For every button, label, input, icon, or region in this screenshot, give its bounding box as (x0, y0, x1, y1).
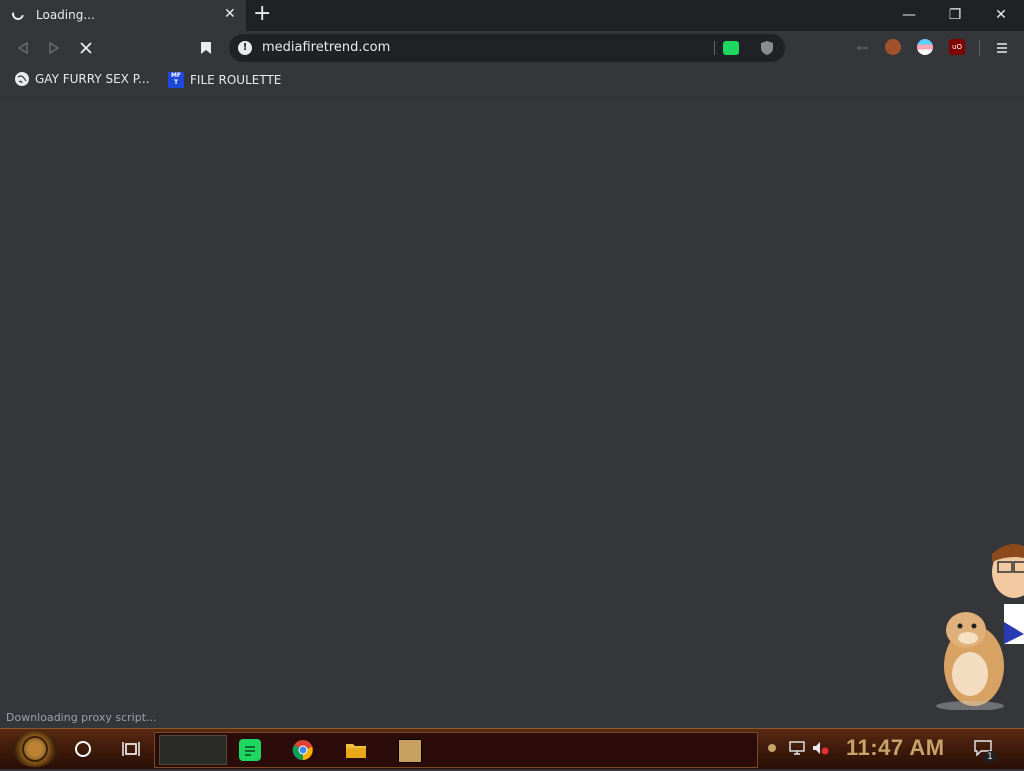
bookmark-icon[interactable] (197, 39, 215, 57)
extension-key-icon[interactable] (854, 39, 870, 55)
avatar-extension-icon[interactable] (885, 39, 901, 55)
chat-app-icon[interactable] (239, 739, 261, 761)
chrome-icon[interactable] (292, 739, 314, 761)
bookmark-item[interactable]: GAY FURRY SEX P... (15, 72, 150, 86)
volume-muted-icon[interactable] (812, 739, 830, 757)
mediafire-icon: MF T (168, 72, 184, 88)
close-window-button[interactable]: ✕ (978, 0, 1024, 30)
tab-strip: Loading... ✕ + — ❐ ✕ (0, 0, 1024, 31)
globe-icon (15, 72, 29, 86)
stop-loading-button[interactable] (77, 39, 95, 57)
loading-spinner-icon (9, 5, 27, 23)
tray-overflow-icon[interactable] (763, 739, 781, 757)
flag-extension-icon[interactable] (917, 39, 933, 55)
cortana-button[interactable] (66, 733, 100, 765)
chat-extension-icon[interactable] (723, 41, 739, 55)
file-explorer-icon[interactable] (345, 739, 367, 761)
taskbar-search-box[interactable] (159, 735, 227, 765)
taskbar-apps (154, 732, 758, 768)
bookmark-label: FILE ROULETTE (190, 73, 282, 87)
restore-button[interactable]: ❐ (932, 0, 978, 30)
taskbar: 11:47 AM 1 (0, 728, 1024, 769)
tab-title: Loading... (36, 8, 95, 22)
start-button[interactable] (12, 731, 58, 767)
forward-button[interactable] (45, 39, 63, 57)
bookmark-label: GAY FURRY SEX P... (35, 72, 150, 86)
back-button[interactable] (14, 39, 32, 57)
shield-icon[interactable] (760, 40, 774, 56)
browser-toolbar: ! mediafiretrend.com uO (0, 31, 1024, 65)
ublock-icon[interactable]: uO (949, 39, 965, 55)
site-info-icon[interactable]: ! (238, 41, 252, 55)
status-bubble: Downloading proxy script... (0, 709, 163, 727)
taskbar-clock[interactable]: 11:47 AM (846, 735, 945, 761)
bookmarks-bar: GAY FURRY SEX P... MF T FILE ROULETTE (0, 65, 1024, 98)
url-text[interactable]: mediafiretrend.com (262, 40, 390, 55)
address-bar[interactable]: ! mediafiretrend.com (229, 34, 785, 62)
minimize-button[interactable]: — (886, 0, 932, 30)
network-icon[interactable] (788, 739, 806, 757)
desktop-cartoon-image (920, 534, 1024, 711)
omnibox-divider (714, 41, 715, 55)
page-content (0, 98, 1024, 728)
pinned-app-icon[interactable] (398, 739, 422, 763)
task-view-button[interactable] (114, 733, 148, 765)
bookmark-item[interactable]: MF T FILE ROULETTE (168, 72, 281, 88)
notification-badge: 1 (984, 751, 996, 763)
menu-icon[interactable] (993, 39, 1011, 57)
tab-active[interactable]: Loading... ✕ (0, 0, 246, 31)
toolbar-divider (979, 40, 980, 56)
tab-close-icon[interactable]: ✕ (224, 6, 236, 22)
new-tab-button[interactable]: + (253, 2, 271, 26)
